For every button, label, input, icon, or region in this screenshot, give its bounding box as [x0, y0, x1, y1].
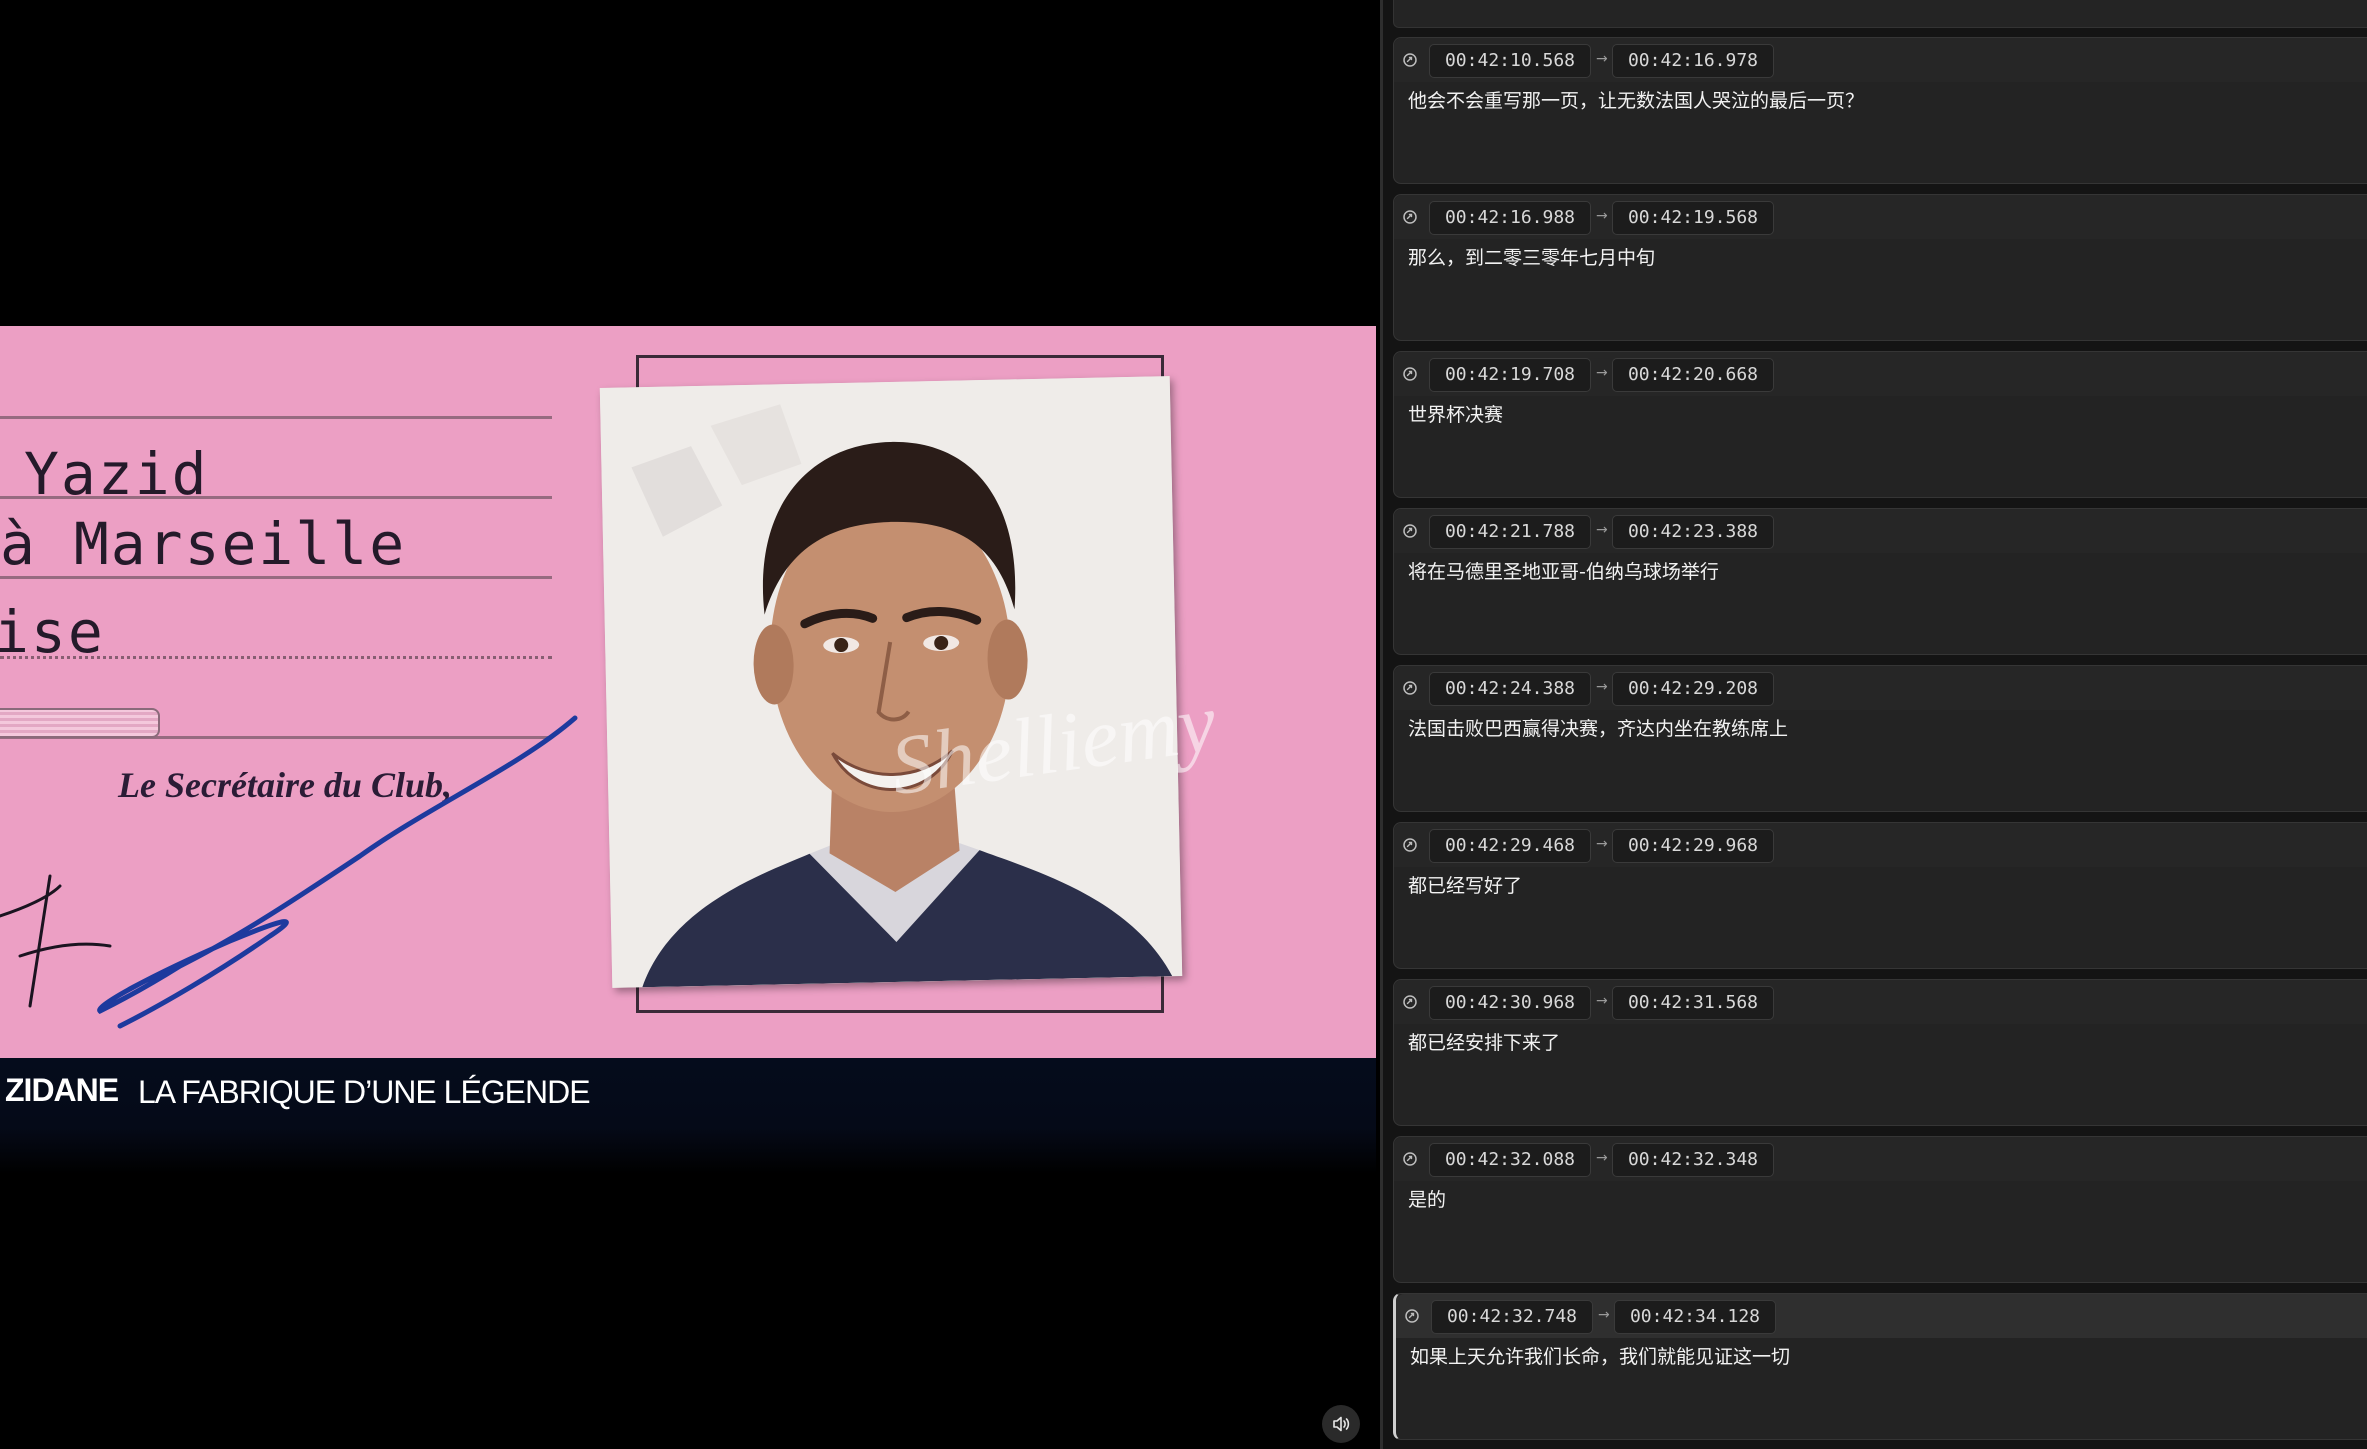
- start-time-field[interactable]: 00:42:10.568: [1429, 44, 1591, 78]
- arrow-icon: →: [1596, 679, 1608, 695]
- timing-icon[interactable]: [1401, 522, 1419, 540]
- subtitle-entry[interactable]: 00:42:19.708 → 00:42:20.668 世界杯决赛: [1393, 351, 2367, 498]
- arrow-icon: →: [1598, 1307, 1610, 1323]
- subtitle-entry[interactable]: 00:42:32.748 → 00:42:34.128 如果上天允许我们长命，我…: [1393, 1293, 2367, 1440]
- program-title: LA FABRIQUE D’UNE LÉGENDE: [138, 1074, 591, 1110]
- start-time-field[interactable]: 00:42:19.708: [1429, 358, 1591, 392]
- card-birthplace: à Marseille: [0, 510, 407, 578]
- subtitle-text-field[interactable]: 他会不会重写那一页，让无数法国人哭泣的最后一页？: [1408, 87, 2367, 115]
- id-photo: [599, 376, 1183, 988]
- subtitle-entry-header: 00:42:32.748 → 00:42:34.128: [1396, 1294, 2367, 1338]
- video-frame: Yazid à Marseille ise Le Secrétaire du C…: [0, 326, 1376, 1058]
- subtitle-entry[interactable]: 00:42:32.088 → 00:42:32.348 是的: [1393, 1136, 2367, 1283]
- timing-icon[interactable]: [1401, 679, 1419, 697]
- subtitle-text-field[interactable]: 将在马德里圣地亚哥-伯纳乌球场举行: [1408, 558, 2367, 586]
- subtitle-text-field[interactable]: 法国击败巴西赢得决赛，齐达内坐在教练席上: [1408, 715, 2367, 743]
- arrow-icon: →: [1596, 1150, 1608, 1166]
- subtitle-entry[interactable]: 00:42:21.788 → 00:42:23.388 将在马德里圣地亚哥-伯纳…: [1393, 508, 2367, 655]
- start-time-field[interactable]: 00:42:32.748: [1431, 1300, 1593, 1334]
- end-time-field[interactable]: 00:42:32.348: [1612, 1143, 1774, 1177]
- subtitle-entry-header: 00:42:32.088 → 00:42:32.348: [1394, 1137, 2367, 1181]
- subtitle-entry[interactable]: 00:42:30.968 → 00:42:31.568 都已经安排下来了: [1393, 979, 2367, 1126]
- subtitle-text-field[interactable]: 都已经安排下来了: [1408, 1029, 2367, 1057]
- timing-icon[interactable]: [1401, 51, 1419, 69]
- arrow-icon: →: [1596, 522, 1608, 538]
- start-time-field[interactable]: 00:42:30.968: [1429, 986, 1591, 1020]
- subtitle-entry[interactable]: 00:42:24.388 → 00:42:29.208 法国击败巴西赢得决赛，齐…: [1393, 665, 2367, 812]
- speaker-icon: [1331, 1414, 1351, 1434]
- start-time-field[interactable]: 00:42:24.388: [1429, 672, 1591, 706]
- timing-icon[interactable]: [1401, 208, 1419, 226]
- card-nationality: ise: [0, 598, 105, 666]
- subtitle-entry-header: 00:42:30.968 → 00:42:31.568: [1394, 980, 2367, 1024]
- subtitle-text-field[interactable]: 那么，到二零三零年七月中旬: [1408, 244, 2367, 272]
- start-time-field[interactable]: 00:42:21.788: [1429, 515, 1591, 549]
- arrow-icon: →: [1596, 836, 1608, 852]
- subtitle-entry-header: 00:42:16.988 → 00:42:19.568: [1394, 195, 2367, 239]
- timing-icon[interactable]: [1401, 836, 1419, 854]
- subtitle-text-field[interactable]: 是的: [1408, 1186, 2367, 1214]
- end-time-field[interactable]: 00:42:31.568: [1612, 986, 1774, 1020]
- timing-icon[interactable]: [1403, 1307, 1421, 1325]
- subtitle-text-field[interactable]: 都已经写好了: [1408, 872, 2367, 900]
- timing-icon[interactable]: [1401, 993, 1419, 1011]
- subtitle-entry-header: 00:42:19.708 → 00:42:20.668: [1394, 352, 2367, 396]
- subtitle-entry[interactable]: 00:42:10.568 → 00:42:16.978 他会不会重写那一页，让无…: [1393, 37, 2367, 184]
- start-time-field[interactable]: 00:42:32.088: [1429, 1143, 1591, 1177]
- subtitle-entry-header: 00:42:29.468 → 00:42:29.968: [1394, 823, 2367, 867]
- end-time-field[interactable]: 00:42:29.208: [1612, 672, 1774, 706]
- subtitle-text-field[interactable]: 如果上天允许我们长命，我们就能见证这一切: [1410, 1343, 2367, 1371]
- start-time-field[interactable]: 00:42:16.988: [1429, 201, 1591, 235]
- video-player[interactable]: Yazid à Marseille ise Le Secrétaire du C…: [0, 0, 1380, 1449]
- end-time-field[interactable]: 00:42:19.568: [1612, 201, 1774, 235]
- end-time-field[interactable]: 00:42:34.128: [1614, 1300, 1776, 1334]
- volume-button[interactable]: [1322, 1405, 1360, 1443]
- signature-drawing: [0, 715, 578, 1029]
- arrow-icon: →: [1596, 51, 1608, 67]
- subtitle-editor-panel: 00:42:10.568 → 00:42:16.978 他会不会重写那一页，让无…: [1383, 0, 2367, 1449]
- subtitle-text-field[interactable]: 世界杯决赛: [1408, 401, 2367, 429]
- arrow-icon: →: [1596, 993, 1608, 1009]
- card-first-name: Yazid: [24, 440, 209, 508]
- card-rule: [0, 416, 552, 419]
- program-brand: ZIDANE: [5, 1072, 119, 1108]
- end-time-field[interactable]: 00:42:16.978: [1612, 44, 1774, 78]
- subtitle-entry-header: 00:42:21.788 → 00:42:23.388: [1394, 509, 2367, 553]
- subtitle-entry[interactable]: 00:42:16.988 → 00:42:19.568 那么，到二零三零年七月中…: [1393, 194, 2367, 341]
- timing-icon[interactable]: [1401, 365, 1419, 383]
- timing-icon[interactable]: [1401, 1150, 1419, 1168]
- arrow-icon: →: [1596, 208, 1608, 224]
- start-time-field[interactable]: 00:42:29.468: [1429, 829, 1591, 863]
- subtitle-entry[interactable]: 00:42:29.468 → 00:42:29.968 都已经写好了: [1393, 822, 2367, 969]
- end-time-field[interactable]: 00:42:29.968: [1612, 829, 1774, 863]
- lower-third-banner: ZIDANE LA FABRIQUE D’UNE LÉGENDE: [0, 1058, 1376, 1174]
- subtitle-entry-header: 00:42:10.568 → 00:42:16.978: [1394, 38, 2367, 82]
- arrow-icon: →: [1596, 365, 1608, 381]
- end-time-field[interactable]: 00:42:23.388: [1612, 515, 1774, 549]
- subtitle-entry-header: 00:42:24.388 → 00:42:29.208: [1394, 666, 2367, 710]
- previous-entry-stub: [1393, 0, 2367, 28]
- end-time-field[interactable]: 00:42:20.668: [1612, 358, 1774, 392]
